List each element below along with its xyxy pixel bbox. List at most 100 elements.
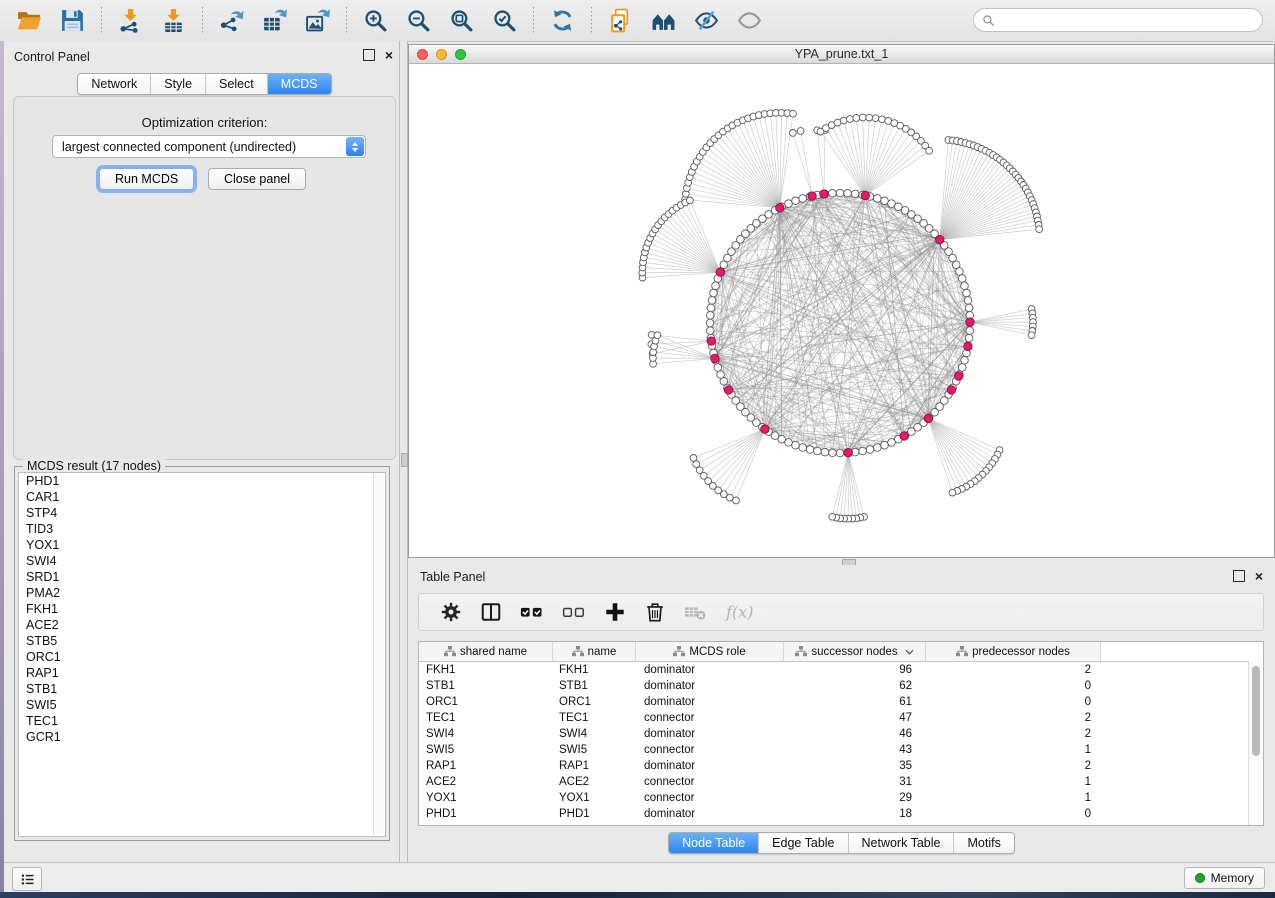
delete-column-icon[interactable] — [644, 601, 666, 623]
network-canvas[interactable] — [409, 64, 1274, 557]
split-panel-icon[interactable] — [480, 601, 502, 623]
column-header-shared-name[interactable]: shared name — [419, 642, 553, 661]
deselect-all-icon[interactable] — [562, 601, 586, 623]
table-row[interactable]: YOX1YOX1connector291 — [419, 790, 1263, 806]
mcds-result-item[interactable]: YOX1 — [19, 537, 385, 553]
memory-button[interactable]: Memory — [1184, 867, 1265, 889]
column-header-MCDS-role[interactable]: MCDS role — [636, 642, 784, 661]
mcds-node[interactable] — [947, 386, 955, 394]
mcds-node[interactable] — [808, 192, 816, 200]
import-table-icon[interactable] — [160, 7, 187, 34]
export-network-icon[interactable] — [218, 7, 245, 34]
network-overview-icon[interactable] — [650, 7, 677, 34]
zoom-fit-icon[interactable] — [448, 7, 475, 34]
mcds-node[interactable] — [936, 235, 944, 243]
mcds-result-item[interactable]: STB1 — [19, 681, 385, 697]
mcds-node[interactable] — [707, 337, 715, 345]
add-column-icon[interactable] — [604, 601, 626, 623]
mcds-result-item[interactable]: RAP1 — [19, 665, 385, 681]
close-panel-icon[interactable]: × — [1255, 570, 1263, 582]
column-header-name[interactable]: name — [553, 642, 636, 661]
settings-gear-icon[interactable] — [440, 601, 462, 623]
mcds-result-item[interactable]: TID3 — [19, 521, 385, 537]
mcds-node[interactable] — [820, 190, 828, 198]
mcds-result-item[interactable]: STB5 — [19, 633, 385, 649]
tab-select[interactable]: Select — [205, 74, 267, 94]
import-network-icon[interactable] — [117, 7, 144, 34]
export-table-icon[interactable] — [261, 7, 288, 34]
mcds-result-item[interactable]: PHD1 — [19, 473, 385, 489]
mcds-result-item[interactable]: FKH1 — [19, 601, 385, 617]
table-row[interactable]: FKH1FKH1dominator962 — [419, 662, 1263, 678]
zoom-selected-icon[interactable] — [491, 7, 518, 34]
tab-node-table[interactable]: Node Table — [669, 833, 758, 853]
tab-network[interactable]: Network — [78, 74, 150, 94]
table-row[interactable]: TEC1TEC1connector472 — [419, 710, 1263, 726]
horizontal-splitter[interactable] — [408, 558, 1275, 565]
column-header-predecessor-nodes[interactable]: predecessor nodes — [926, 642, 1101, 661]
mcds-node[interactable] — [955, 372, 963, 380]
tab-network-table[interactable]: Network Table — [848, 833, 954, 853]
mcds-node[interactable] — [964, 342, 972, 350]
table-scrollbar[interactable] — [1248, 661, 1263, 825]
refresh-icon[interactable] — [549, 7, 576, 34]
mcds-node[interactable] — [924, 414, 932, 422]
table-cell — [1101, 790, 1263, 806]
mcds-result-item[interactable]: ACE2 — [19, 617, 385, 633]
float-panel-icon[interactable] — [363, 49, 375, 61]
mcds-result-item[interactable]: SRD1 — [19, 569, 385, 585]
mcds-result-item[interactable]: SWI4 — [19, 553, 385, 569]
table-row[interactable]: STB1STB1dominator620 — [419, 678, 1263, 694]
mcds-node[interactable] — [724, 386, 732, 394]
hide-details-icon[interactable] — [693, 7, 720, 34]
open-file-icon[interactable] — [16, 7, 43, 34]
save-icon[interactable] — [59, 7, 86, 34]
network-window-titlebar[interactable]: YPA_prune.txt_1 — [409, 45, 1274, 64]
column-header-successor-nodes[interactable]: successor nodes — [784, 642, 926, 661]
float-panel-icon[interactable] — [1233, 570, 1245, 582]
mcds-node[interactable] — [900, 432, 908, 440]
mcds-list-scrollbar[interactable] — [373, 474, 384, 835]
table-row[interactable]: SWI5SWI5connector431 — [419, 742, 1263, 758]
mcds-result-item[interactable]: ORC1 — [19, 649, 385, 665]
mcds-result-item[interactable]: CAR1 — [19, 489, 385, 505]
export-image-icon[interactable] — [304, 7, 331, 34]
network-graph[interactable] — [409, 64, 1274, 557]
zoom-in-icon[interactable] — [362, 7, 389, 34]
zoom-out-icon[interactable] — [405, 7, 432, 34]
mcds-node[interactable] — [776, 204, 784, 212]
optimization-criterion-select[interactable]: largest connected component (undirected) — [52, 135, 366, 158]
mcds-node[interactable] — [844, 449, 852, 457]
table-row[interactable]: ORC1ORC1dominator610 — [419, 694, 1263, 710]
close-panel-icon[interactable]: × — [385, 49, 393, 61]
table-cell: 43 — [784, 742, 926, 758]
mcds-node[interactable] — [966, 318, 974, 326]
mcds-node[interactable] — [761, 425, 769, 433]
clone-network-icon[interactable] — [607, 7, 634, 34]
tab-mcds[interactable]: MCDS — [267, 74, 331, 94]
table-row[interactable]: ACE2ACE2connector311 — [419, 774, 1263, 790]
tab-style[interactable]: Style — [150, 74, 205, 94]
scrollbar-thumb[interactable] — [1252, 666, 1260, 756]
tab-edge-table[interactable]: Edge Table — [758, 833, 847, 853]
run-mcds-button[interactable]: Run MCDS — [99, 168, 194, 190]
close-panel-button[interactable]: Close panel — [208, 168, 306, 190]
vertical-splitter[interactable] — [399, 41, 408, 862]
table-cell: SWI5 — [419, 742, 553, 758]
table-row[interactable]: SWI4SWI4dominator462 — [419, 726, 1263, 742]
tab-motifs[interactable]: Motifs — [953, 833, 1013, 853]
task-history-button[interactable] — [12, 867, 42, 891]
mcds-result-item[interactable]: SWI5 — [19, 697, 385, 713]
mcds-result-item[interactable]: TEC1 — [19, 713, 385, 729]
mcds-result-item[interactable]: STP4 — [19, 505, 385, 521]
select-all-icon[interactable] — [520, 601, 544, 623]
mcds-node[interactable] — [716, 268, 724, 276]
mcds-result-item[interactable]: GCR1 — [19, 729, 385, 745]
mcds-result-item[interactable]: PMA2 — [19, 585, 385, 601]
search-input[interactable] — [1000, 10, 1254, 30]
mcds-node[interactable] — [711, 354, 719, 362]
table-row[interactable]: PHD1PHD1dominator180 — [419, 806, 1263, 822]
table-row[interactable]: RAP1RAP1dominator352 — [419, 758, 1263, 774]
table-cell: SWI4 — [419, 726, 553, 742]
mcds-node[interactable] — [861, 191, 869, 199]
